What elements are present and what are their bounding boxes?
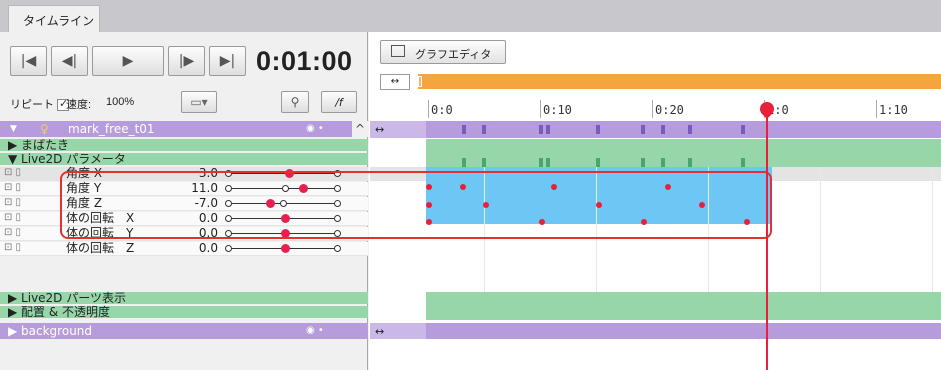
collapse-icon: ▼ [10, 124, 17, 134]
lock-icon[interactable]: ⊡ ▯ [4, 182, 21, 194]
keyframe-marker[interactable] [539, 158, 543, 167]
param-value[interactable]: 0.0 [168, 242, 218, 254]
speed-value[interactable]: 100% [106, 96, 134, 108]
ruler-label: 1:10 [879, 103, 908, 117]
model-name: mark_free_t01 [68, 122, 155, 136]
keyframe-marker[interactable] [546, 158, 550, 167]
fit-arrows-icon[interactable]: ↔ [380, 74, 410, 90]
background-track-fill [426, 323, 941, 339]
tab-timeline[interactable]: タイムライン [8, 5, 100, 32]
lock-icon[interactable]: ⊡ ▯ [4, 212, 21, 224]
playhead-line [766, 110, 768, 370]
keyframe-marker[interactable] [661, 158, 665, 167]
scroll-up-icon[interactable]: ^ [352, 121, 368, 137]
param-slider[interactable] [225, 244, 341, 253]
group-params[interactable]: ▼ Live2D パラメータ [0, 153, 368, 165]
keyframe-marker[interactable] [482, 125, 486, 134]
parts-track [426, 292, 941, 306]
lock-icon[interactable]: ⊡ ▯ [4, 227, 21, 239]
prev-frame-icon: ◀| [61, 53, 78, 69]
f-button[interactable]: /f [321, 91, 357, 113]
annotation-highlight [60, 171, 772, 239]
graph-icon [391, 45, 405, 57]
pin-icon: ⚲ [290, 95, 300, 109]
ruler-label: 0:0 [431, 103, 453, 117]
eye-icon[interactable]: ◉ • [306, 121, 324, 137]
blink-track [426, 139, 941, 153]
repeat-option[interactable]: リピート [10, 96, 69, 112]
params-track [426, 153, 941, 167]
keyframe-marker[interactable] [462, 125, 466, 134]
param-name: 体の回転 Z [66, 241, 135, 255]
keyframe-marker[interactable] [482, 158, 486, 167]
keyframe-marker[interactable] [741, 158, 745, 167]
model-track-arrows-icon[interactable]: ↔ [375, 123, 384, 136]
speed-label: 速度: [66, 99, 92, 111]
model-track-fill [426, 121, 941, 138]
ruler-tick [876, 100, 877, 118]
ruler-label: 0:10 [543, 103, 572, 117]
jump-end-button[interactable]: ▶| [209, 46, 246, 76]
prev-frame-button[interactable]: ◀| [51, 46, 88, 76]
grid-line [932, 167, 933, 292]
placement-track [426, 306, 941, 320]
group-parts-label: ▶ Live2D パーツ表示 [8, 291, 126, 305]
monitor-icon: ▭▾ [190, 95, 208, 109]
background-name: ▶ background [8, 324, 93, 338]
slider-min-icon [225, 245, 232, 252]
group-blink-label: ▶ まばたき [8, 138, 70, 152]
work-area-bar[interactable] [418, 74, 941, 89]
lock-icon[interactable]: ⊡ ▯ [4, 242, 21, 254]
keyframe-marker[interactable] [741, 125, 745, 134]
graph-editor-label: グラフエディタ [415, 48, 492, 61]
repeat-label: リピート [10, 99, 54, 111]
pin-button[interactable]: ⚲ [281, 91, 309, 113]
timecode: 0:01:00 [256, 46, 353, 76]
ruler-tick [540, 100, 541, 118]
keyframe-marker[interactable] [539, 125, 543, 134]
lock-icon[interactable]: ⊡ ▯ [4, 167, 21, 179]
background-track-arrows-icon[interactable]: ↔ [375, 325, 384, 338]
keyframe-marker[interactable] [641, 158, 645, 167]
next-frame-icon: |▶ [178, 53, 195, 69]
ruler-tick [652, 100, 653, 118]
play-button[interactable]: ▶ [92, 46, 164, 76]
play-icon: ▶ [122, 53, 134, 69]
model-row[interactable]: ▼ ♀ mark_free_t01 ◉ • ^ [0, 121, 368, 137]
keyframe-marker[interactable] [462, 158, 466, 167]
group-placement-label: ▶ 配置 & 不透明度 [8, 305, 111, 319]
slider-max-icon [334, 245, 341, 252]
group-placement[interactable]: ▶ 配置 & 不透明度 [0, 306, 368, 318]
group-params-label: ▼ Live2D パラメータ [8, 152, 126, 166]
jump-start-icon: |◀ [20, 53, 37, 69]
slider-knob[interactable] [281, 244, 291, 253]
tab-bar [0, 0, 941, 32]
keyframe-marker[interactable] [661, 125, 665, 134]
keyframe-marker[interactable] [688, 125, 692, 134]
group-blink[interactable]: ▶ まばたき [0, 139, 368, 151]
jump-start-button[interactable]: |◀ [10, 46, 47, 76]
keyframe-marker[interactable] [546, 125, 550, 134]
next-frame-button[interactable]: |▶ [168, 46, 205, 76]
grid-line [820, 167, 821, 292]
lock-icon[interactable]: ⊡ ▯ [4, 197, 21, 209]
ruler-label: 0:20 [655, 103, 684, 117]
param-row[interactable]: ⊡ ▯ 体の回転 Z 0.0 [0, 242, 368, 256]
keyframe-marker[interactable] [688, 158, 692, 167]
background-row[interactable]: ▶ background ◉ • [0, 323, 368, 339]
keyframe-marker[interactable] [596, 158, 600, 167]
display-mode-button[interactable]: ▭▾ [181, 91, 217, 113]
jump-end-icon: ▶| [219, 53, 236, 69]
graph-editor-button[interactable]: グラフエディタ [380, 40, 506, 64]
ruler-tick [428, 100, 429, 118]
background-eye-icon[interactable]: ◉ • [306, 323, 324, 339]
model-icon: ♀ [40, 122, 49, 136]
group-parts[interactable]: ▶ Live2D パーツ表示 [0, 292, 368, 304]
keyframe-marker[interactable] [641, 125, 645, 134]
keyframe-marker[interactable] [596, 125, 600, 134]
work-area-start-handle[interactable] [418, 76, 422, 87]
